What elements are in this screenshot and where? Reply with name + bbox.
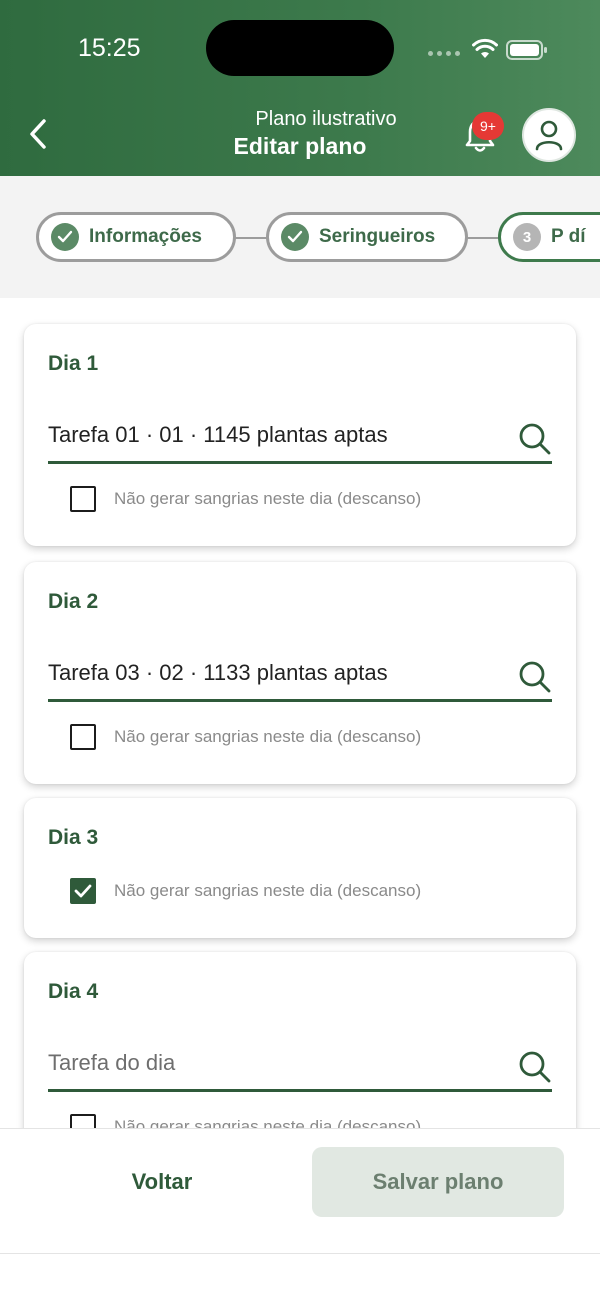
chevron-left-icon	[30, 119, 46, 149]
avatar[interactable]	[522, 108, 576, 162]
step-informacoes[interactable]: Informações	[36, 212, 236, 262]
search-icon[interactable]	[518, 660, 552, 694]
step-label: P dí	[551, 226, 586, 247]
rest-checkbox[interactable]	[70, 1114, 96, 1128]
stepper: Informações Seringueiros 3 P dí	[0, 176, 600, 298]
step-connector	[232, 237, 270, 239]
rest-label: Não gerar sangrias neste dia (descanso)	[114, 727, 422, 746]
day-title: Dia 3	[48, 826, 99, 849]
day-list[interactable]: Dia 1 Tarefa 01 · 01 · 1145 plantas apta…	[0, 298, 600, 1128]
checkmark-icon	[74, 884, 92, 898]
wifi-icon	[472, 38, 498, 58]
save-plan-button[interactable]: Salvar plano	[312, 1147, 564, 1217]
divider	[0, 1253, 600, 1254]
page-title: Editar plano	[233, 133, 367, 159]
back-button[interactable]	[18, 112, 58, 156]
rest-checkbox[interactable]	[70, 486, 96, 512]
step-number: 3	[513, 223, 541, 251]
day-title: Dia 1	[48, 352, 99, 375]
notification-badge: 9+	[472, 112, 504, 140]
step-por-dia[interactable]: 3 P dí	[498, 212, 600, 262]
rest-checkbox[interactable]	[70, 724, 96, 750]
step-connector	[464, 237, 502, 239]
task-field[interactable]: Tarefa 01 · 01 · 1145 plantas aptas	[48, 404, 552, 464]
step-label: Informações	[89, 226, 202, 247]
day-title: Dia 4	[48, 980, 99, 1003]
search-icon[interactable]	[518, 422, 552, 456]
header-subtitle: Plano ilustrativo	[255, 108, 397, 130]
day-card: Dia 1 Tarefa 01 · 01 · 1145 plantas apta…	[24, 324, 576, 546]
day-card: Dia 3 Não gerar sangrias neste dia (desc…	[24, 798, 576, 938]
task-value: Tarefa 03 · 02 · 1133 plantas aptas	[48, 660, 388, 685]
check-icon	[51, 223, 79, 251]
status-time: 15:25	[78, 34, 141, 62]
rest-label: Não gerar sangrias neste dia (descanso)	[114, 1117, 422, 1128]
step-label: Seringueiros	[319, 226, 436, 247]
task-placeholder: Tarefa do dia	[48, 1050, 176, 1075]
page: 15:25 Plano ilustrativo Editar plano 9+ …	[0, 0, 600, 1304]
rest-checkbox-row[interactable]: Não gerar sangrias neste dia (descanso)	[70, 724, 421, 750]
back-action-button[interactable]: Voltar	[36, 1147, 288, 1217]
step-seringueiros[interactable]: Seringueiros	[266, 212, 468, 262]
battery-icon	[506, 40, 547, 60]
dynamic-island	[206, 20, 394, 76]
search-icon[interactable]	[518, 1050, 552, 1084]
check-icon	[281, 223, 309, 251]
signal-icon	[428, 51, 460, 56]
task-field[interactable]: Tarefa 03 · 02 · 1133 plantas aptas	[48, 642, 552, 702]
rest-checkbox-row[interactable]: Não gerar sangrias neste dia (descanso)	[70, 878, 421, 904]
rest-label: Não gerar sangrias neste dia (descanso)	[114, 881, 422, 900]
day-card: Dia 2 Tarefa 03 · 02 · 1133 plantas apta…	[24, 562, 576, 784]
status-icons	[428, 34, 552, 64]
rest-checkbox-row[interactable]: Não gerar sangrias neste dia (descanso)	[70, 1114, 421, 1128]
user-icon	[535, 120, 563, 151]
rest-checkbox-row[interactable]: Não gerar sangrias neste dia (descanso)	[70, 486, 421, 512]
day-title: Dia 2	[48, 590, 99, 613]
day-card: Dia 4 Tarefa do dia Não gerar sangrias n…	[24, 952, 576, 1128]
task-value: Tarefa 01 · 01 · 1145 plantas aptas	[48, 422, 388, 447]
footer-actions: Voltar Salvar plano	[0, 1128, 600, 1304]
rest-label: Não gerar sangrias neste dia (descanso)	[114, 489, 422, 508]
rest-checkbox[interactable]	[70, 878, 96, 904]
app-header: 15:25 Plano ilustrativo Editar plano 9+	[0, 0, 600, 176]
task-field[interactable]: Tarefa do dia	[48, 1032, 552, 1092]
